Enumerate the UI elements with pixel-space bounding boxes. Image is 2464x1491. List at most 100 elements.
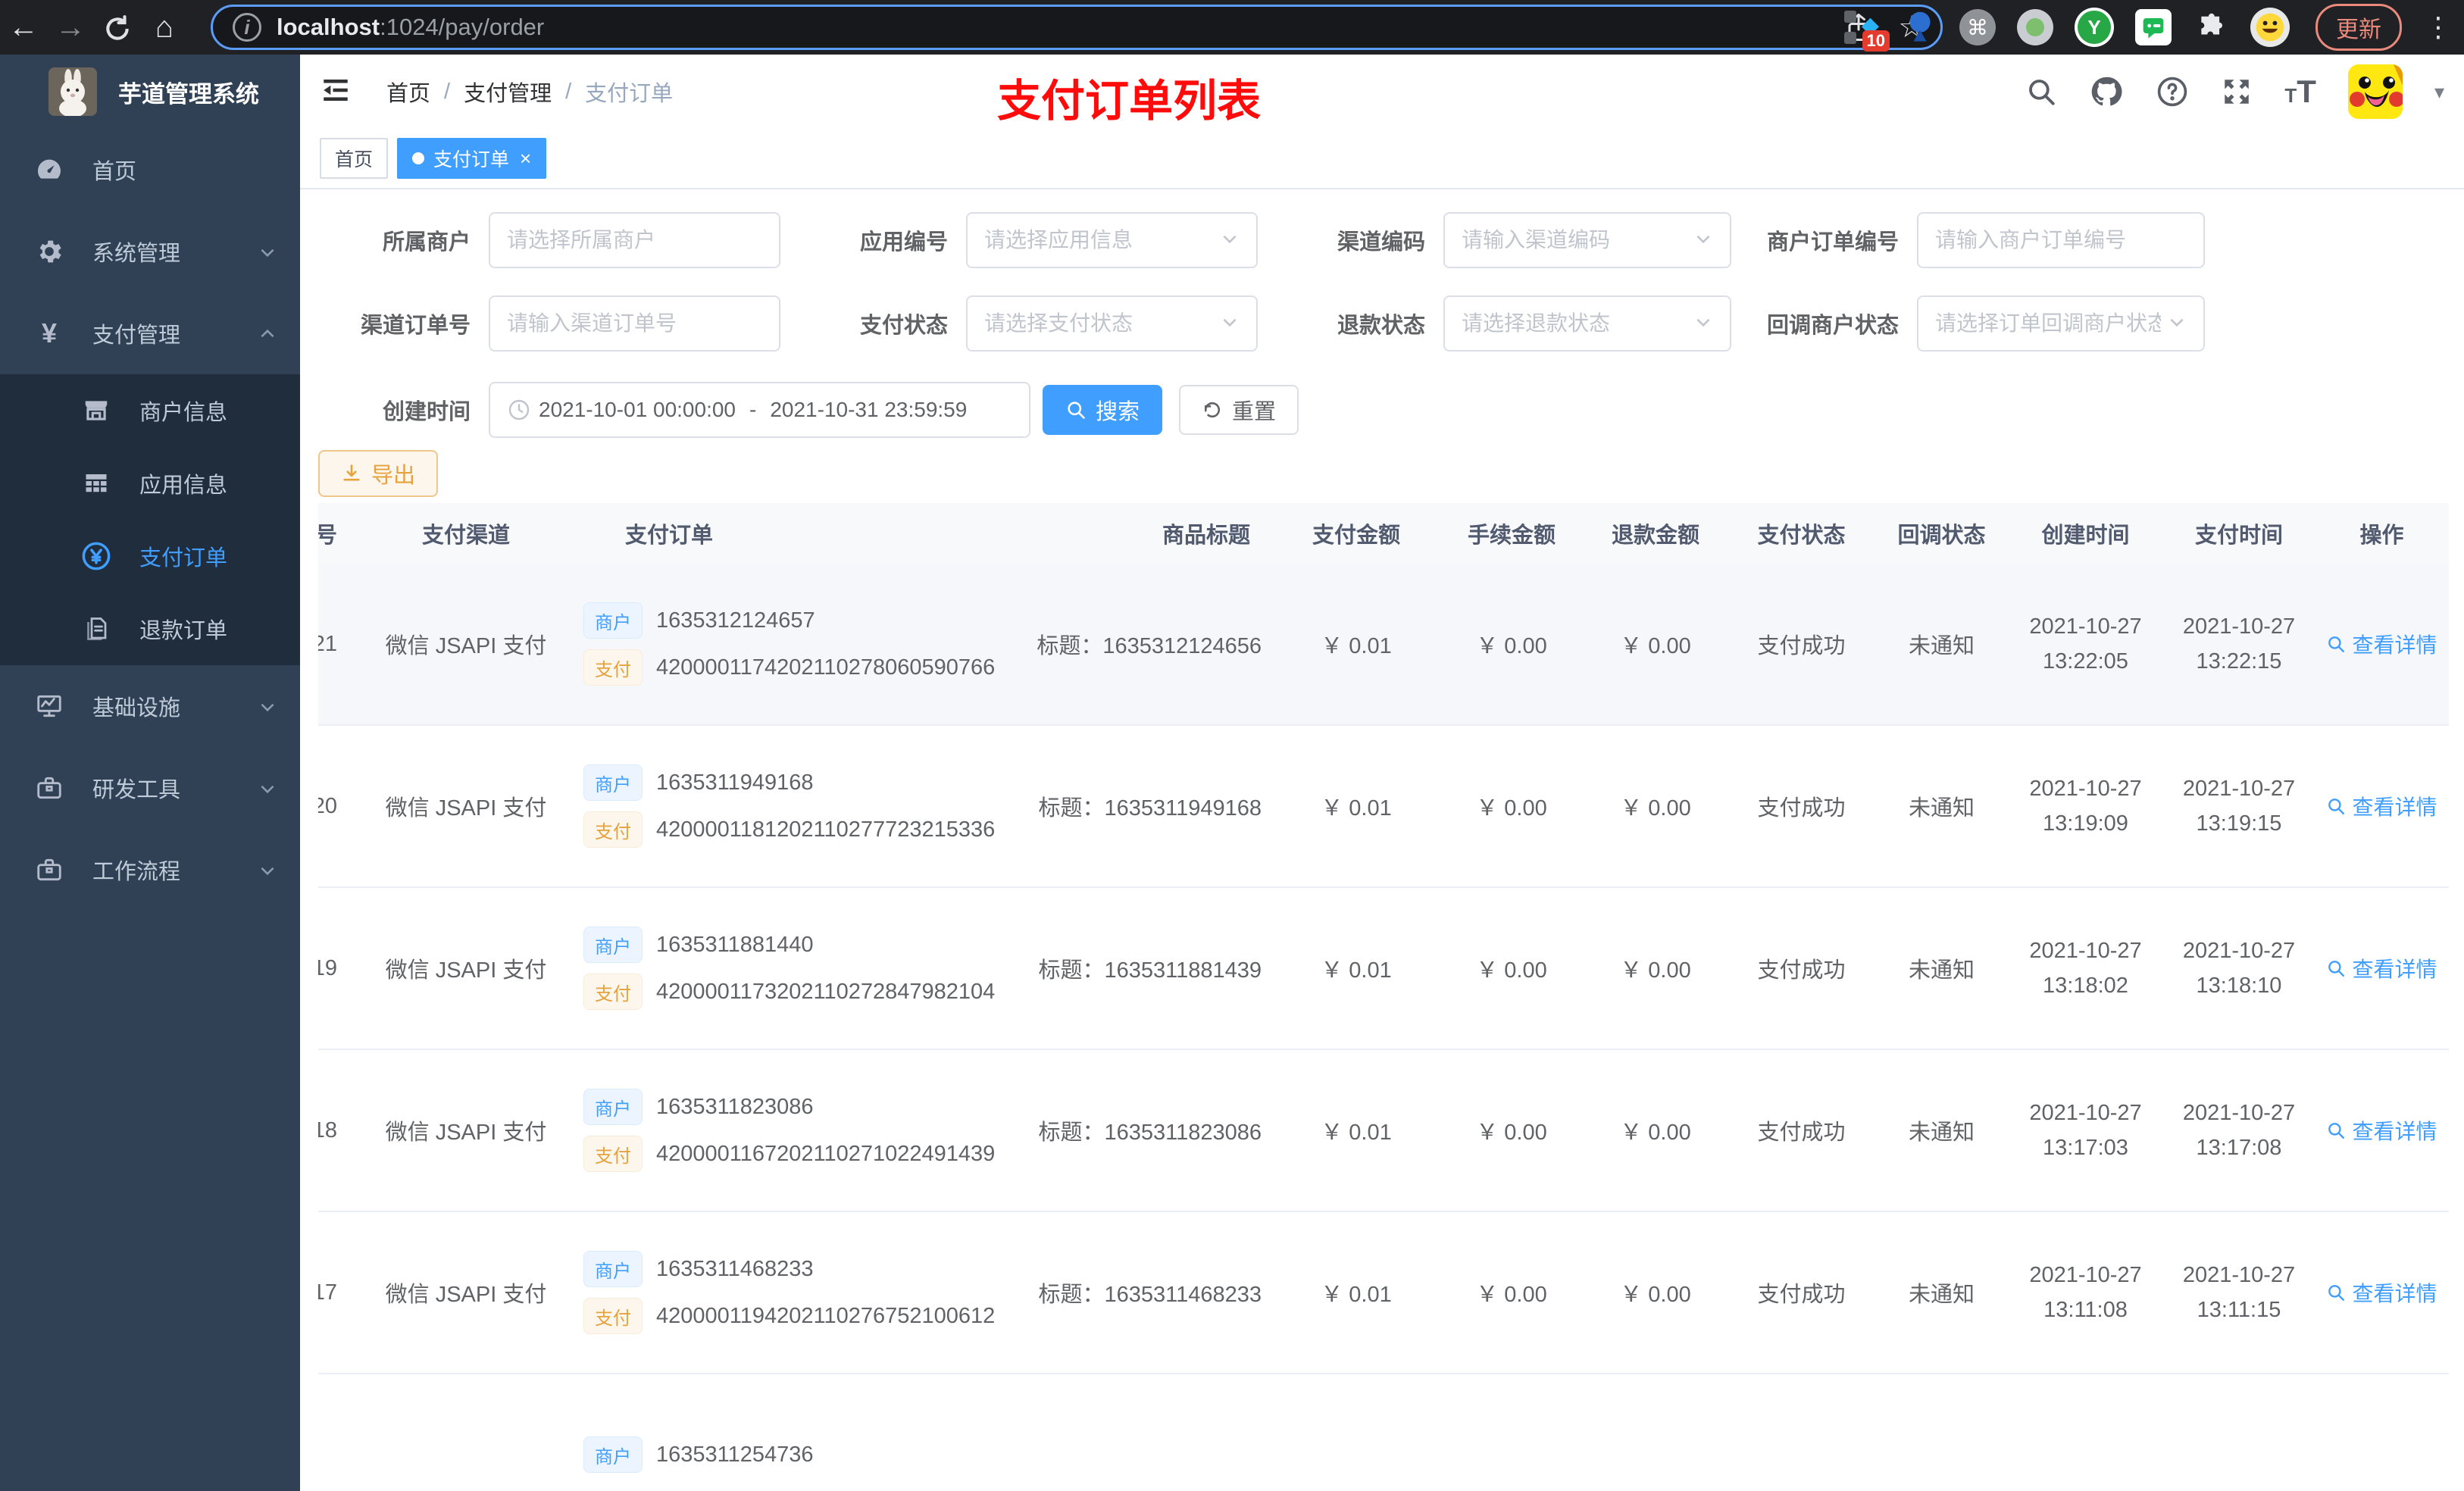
sidebar-item-devtool[interactable]: 研发工具	[0, 747, 300, 829]
chevron-down-icon	[2167, 312, 2187, 336]
merchant-tag: 商户	[583, 1436, 643, 1473]
notify-status-select[interactable]	[1935, 311, 2161, 336]
browser-reload-icon[interactable]	[94, 0, 141, 55]
cell-title: 标题：1635311823086	[1038, 1121, 1262, 1145]
chevron-down-icon	[1693, 312, 1713, 336]
chevron-down-icon	[1220, 229, 1240, 252]
channel-code-select[interactable]	[1462, 228, 1687, 252]
fullscreen-icon[interactable]	[2221, 76, 2253, 108]
user-avatar[interactable]	[2347, 64, 2403, 119]
browser-forward-icon[interactable]: →	[47, 0, 94, 55]
pay-status-select[interactable]	[984, 311, 1214, 336]
cell-pay-status: 支付成功	[1757, 1283, 1846, 1307]
merchant-tag: 商户	[583, 1089, 643, 1125]
export-button[interactable]: 导出	[318, 450, 439, 497]
cell-pay-order: 商户 1635311881440 支付 42000011732021102728…	[576, 916, 1015, 1021]
refund-status-select[interactable]	[1462, 311, 1687, 336]
table-row[interactable]: 20 微信 JSAPI 支付 商户 1635311949168 支付 42000…	[318, 726, 2449, 888]
y-extension-icon[interactable]: Y	[2075, 8, 2114, 47]
field-label: 渠道订单号	[360, 314, 471, 338]
browser-home-icon[interactable]: ⌂	[141, 0, 188, 55]
breadcrumb-home[interactable]: 首页	[386, 76, 430, 108]
field-label: 商户订单编号	[1766, 230, 1899, 255]
tab-close-icon[interactable]: ×	[520, 147, 531, 170]
search-icon[interactable]	[2025, 76, 2057, 108]
chevron-down-icon	[258, 694, 277, 719]
sidebar-item-label: 首页	[92, 160, 137, 184]
chevron-down-icon	[258, 858, 277, 883]
tab-home[interactable]: 首页	[320, 138, 389, 179]
dot-extension-icon[interactable]	[2017, 9, 2053, 45]
pay-tag: 支付	[583, 1298, 643, 1334]
merchant-tag: 商户	[583, 764, 643, 801]
avatar-caret-icon[interactable]: ▾	[2434, 80, 2444, 104]
sidebar-item-home[interactable]: 首页	[0, 129, 300, 211]
channel-order-no-input[interactable]	[507, 311, 762, 336]
cell-fee-amount: ￥ 0.00	[1476, 634, 1547, 658]
merchant-tag: 商户	[583, 1251, 643, 1287]
merchant-input[interactable]	[507, 228, 762, 252]
toolbox-icon	[32, 855, 67, 884]
balloon-extension-icon[interactable]	[1902, 9, 1938, 45]
table-row[interactable]: 21 微信 JSAPI 支付 商户 1635312124657 支付 42000…	[318, 564, 2449, 726]
pay-order-no: 4200001167202110271022491439	[656, 1141, 996, 1166]
chat-extension-icon[interactable]	[2135, 9, 2172, 45]
url-bar[interactable]: i localhost:1024/pay/order ☆	[211, 5, 1943, 50]
chevron-down-icon	[1220, 312, 1240, 336]
browser-update-button[interactable]: 更新	[2315, 4, 2402, 51]
cell-fee-amount: ￥ 0.00	[1476, 796, 1547, 821]
date-range-picker[interactable]: -	[489, 382, 1030, 438]
browser-back-icon[interactable]: ←	[0, 0, 47, 55]
table-row[interactable]: 17 微信 JSAPI 支付 商户 1635311468233 支付 42000…	[318, 1212, 2449, 1374]
tab-pay-order[interactable]: 支付订单 ×	[397, 138, 547, 179]
cell-notify-status: 未通知	[1908, 634, 1975, 658]
cell-pay-order: 商户 1635311468233 支付 42000011942021102767…	[576, 1240, 1015, 1345]
sidebar-item-app-info[interactable]: 应用信息	[0, 447, 300, 520]
sidebar-item-refund-order[interactable]: 退款订单	[0, 592, 300, 665]
sidebar-item-pay-order[interactable]: 支付订单	[0, 520, 300, 592]
cell-pay-status: 支付成功	[1757, 796, 1846, 821]
reset-button[interactable]: 重置	[1179, 385, 1299, 435]
date-start-input[interactable]	[531, 398, 743, 422]
command-extension-icon[interactable]: ⌘	[1959, 9, 1996, 45]
view-detail-link[interactable]: 查看详情	[2326, 791, 2437, 821]
sidebar-item-system[interactable]: 系统管理	[0, 211, 300, 292]
view-detail-link[interactable]: 查看详情	[2326, 629, 2437, 659]
field-label: 回调商户状态	[1766, 314, 1899, 338]
sidebar-fold-icon[interactable]	[320, 74, 352, 110]
cell-create-time: 2021-10-27 13:18:02	[2029, 939, 2142, 998]
filter-row-1: 所属商户 应用编号 渠道编码 商户订单编号	[318, 212, 2449, 268]
merchant-order-no-input[interactable]	[1935, 228, 2187, 252]
app-select[interactable]	[984, 228, 1214, 252]
sidebar-item-label: 工作流程	[92, 860, 181, 884]
extension-strip: ◆ 10 ⌘ Y 更新 ⋮	[1844, 0, 2452, 55]
font-size-icon[interactable]: TT	[2284, 73, 2316, 110]
active-tab-dot	[412, 152, 425, 164]
cell-pay-order: 商户 1635312124657 支付 42000011742021102780…	[576, 592, 1015, 696]
sidebar-item-infra[interactable]: 基础设施	[0, 665, 300, 747]
sidebar-logo[interactable]: 芋道管理系统	[0, 55, 300, 129]
breadcrumb-pay[interactable]: 支付管理	[464, 76, 552, 108]
browser-menu-icon[interactable]: ⋮	[2425, 11, 2452, 43]
help-icon[interactable]	[2156, 75, 2189, 108]
table-row[interactable]: 18 微信 JSAPI 支付 商户 1635311823086 支付 42000…	[318, 1050, 2449, 1212]
github-icon[interactable]	[2089, 74, 2124, 109]
field-label: 应用编号	[859, 230, 948, 255]
pay-order-no: 4200001194202110276752100612	[656, 1303, 996, 1328]
date-end-input[interactable]	[762, 398, 975, 422]
view-detail-link[interactable]: 查看详情	[2326, 1277, 2437, 1308]
sidebar-item-workflow[interactable]: 工作流程	[0, 829, 300, 911]
filter-app: 应用编号	[796, 212, 1258, 268]
sidebar-item-merchant-info[interactable]: 商户信息	[0, 374, 300, 447]
sidebar-item-pay[interactable]: ¥ 支付管理	[0, 292, 300, 374]
view-detail-link[interactable]: 查看详情	[2326, 953, 2437, 983]
view-detail-link[interactable]: 查看详情	[2326, 1115, 2437, 1146]
breadcrumb-separator: /	[444, 79, 451, 104]
search-button[interactable]: 搜索	[1043, 385, 1163, 435]
puzzle-extensions-icon[interactable]	[2193, 9, 2229, 45]
table-row[interactable]: 商户 1635311254736 支付	[318, 1374, 2449, 1491]
tabs-extension-icon[interactable]: ◆ 10	[1844, 9, 1890, 52]
site-info-icon[interactable]: i	[233, 13, 261, 42]
table-row[interactable]: 19 微信 JSAPI 支付 商户 1635311881440 支付 42000…	[318, 888, 2449, 1050]
emoji-profile-icon[interactable]	[2250, 8, 2290, 47]
